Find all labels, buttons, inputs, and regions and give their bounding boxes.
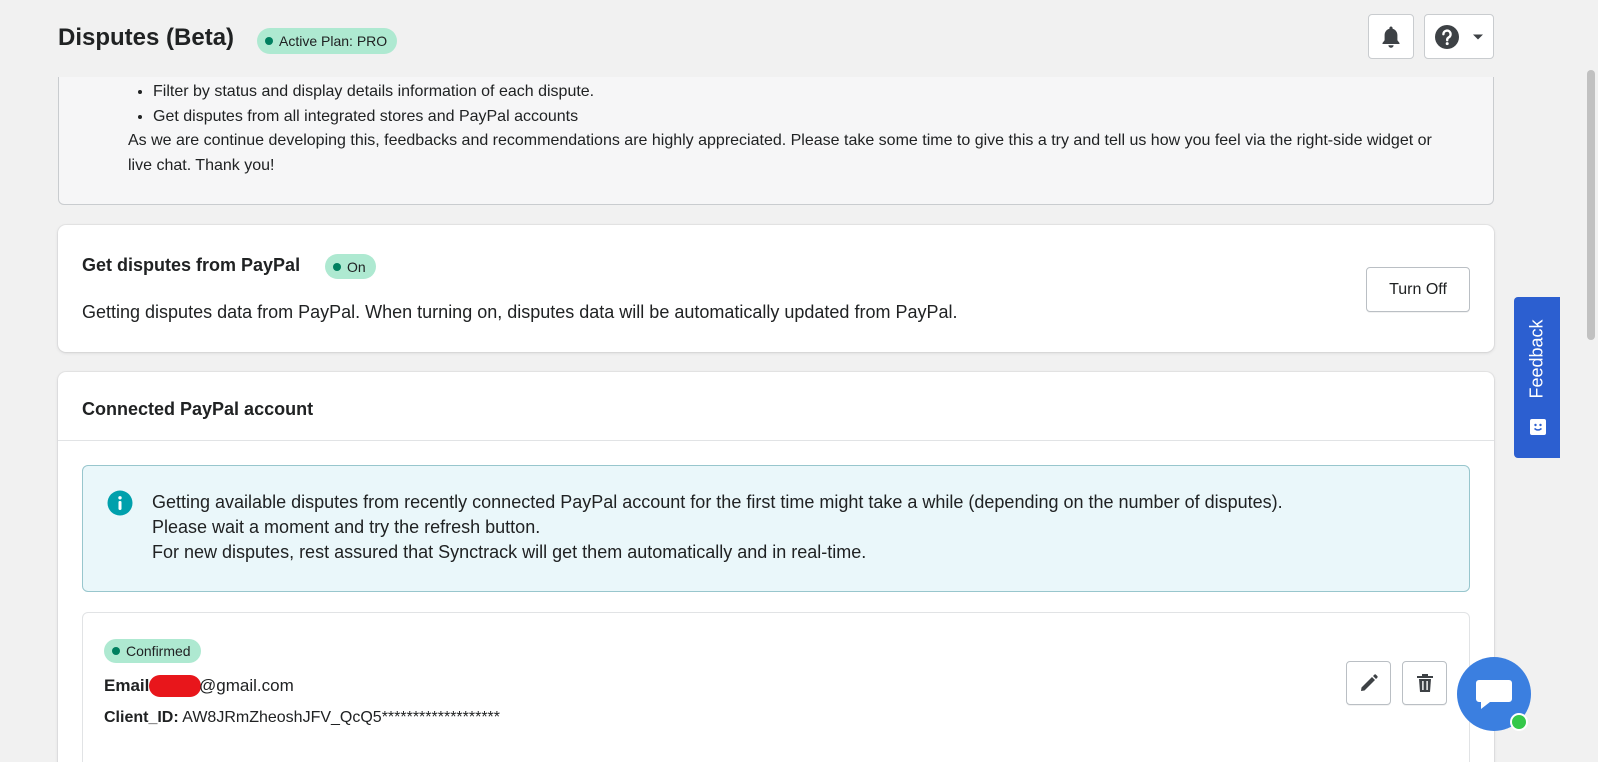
page-title: Disputes (Beta): [58, 24, 235, 51]
page-header: Disputes (Beta) Active Plan: PRO: [58, 14, 1494, 66]
connected-account-card: Connected PayPal account Getting availab…: [58, 372, 1494, 762]
paypal-account-item: Confirmed Email: @gmail.com Client_ID: A…: [82, 612, 1470, 762]
chat-online-indicator: [1510, 713, 1528, 731]
chat-bubble-icon: [1476, 680, 1512, 709]
redacted-email-mask: [149, 675, 202, 697]
help-icon: [1435, 24, 1459, 49]
pencil-icon: [1360, 674, 1378, 691]
plan-badge: Active Plan: PRO: [257, 28, 398, 54]
intro-paragraph: As we are continue developing this, feed…: [128, 132, 1432, 174]
info-line: Please wait a moment and try the refresh…: [152, 517, 541, 537]
feedback-tab[interactable]: Feedback: [1514, 297, 1560, 458]
info-line: For new disputes, rest assured that Sync…: [152, 542, 867, 562]
sync-status-label: On: [347, 258, 366, 275]
account-client-id: Client_ID: AW8JRmZheoshJFV_QcQ5*********…: [104, 709, 500, 727]
intro-feature-item: Filter by status and display details inf…: [153, 79, 594, 104]
status-dot: [265, 37, 273, 45]
feedback-label: Feedback: [1526, 319, 1547, 399]
account-status-label: Confirmed: [126, 643, 191, 659]
plan-badge-label: Active Plan: PRO: [279, 33, 388, 49]
client-id-label: Client_ID:: [104, 709, 179, 726]
caret-down-icon: [1473, 34, 1483, 39]
account-email: Email: @gmail.com: [104, 675, 294, 697]
help-menu-button[interactable]: [1424, 14, 1494, 59]
info-line: Getting available disputes from recently…: [152, 492, 1283, 512]
info-icon: [107, 490, 133, 516]
paypal-sync-card: Get disputes from PayPal On Getting disp…: [58, 225, 1494, 352]
status-dot: [112, 647, 120, 655]
account-status-badge: Confirmed: [104, 639, 201, 663]
edit-account-button[interactable]: [1346, 661, 1391, 705]
divider: [58, 440, 1494, 441]
paypal-sync-title: Get disputes from PayPal: [82, 255, 301, 275]
turn-off-button[interactable]: Turn Off: [1366, 267, 1470, 312]
email-label: Email:: [104, 676, 156, 695]
email-domain: @gmail.com: [199, 676, 294, 695]
feedback-smile-icon: [1530, 419, 1546, 435]
scrollbar-thumb[interactable]: [1587, 70, 1595, 340]
bell-icon: [1382, 26, 1400, 48]
paypal-sync-description: Getting disputes data from PayPal. When …: [82, 302, 958, 322]
sync-status-badge: On: [325, 254, 376, 279]
delete-account-button[interactable]: [1402, 661, 1447, 705]
connected-account-title: Connected PayPal account: [82, 399, 314, 419]
info-banner-text: Getting available disputes from recently…: [152, 490, 1283, 565]
intro-card: Filter by status and display details inf…: [58, 77, 1494, 205]
client-id-value: AW8JRmZheoshJFV_QcQ5*******************: [182, 709, 500, 726]
notifications-button[interactable]: [1368, 14, 1414, 59]
trash-icon: [1416, 674, 1433, 692]
status-dot: [333, 262, 341, 271]
info-banner: Getting available disputes from recently…: [82, 465, 1470, 592]
intro-feature-item: Get disputes from all integrated stores …: [153, 104, 594, 129]
intro-feature-list: Filter by status and display details inf…: [153, 79, 594, 129]
